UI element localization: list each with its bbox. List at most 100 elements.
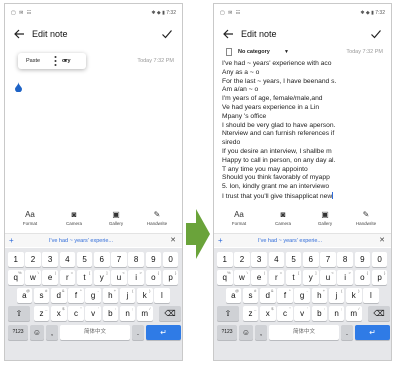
emoji-key[interactable]: ☺ xyxy=(239,325,253,340)
check-icon[interactable] xyxy=(161,28,173,40)
key-number[interactable]: 5 xyxy=(76,252,93,267)
key-letter[interactable]: d & xyxy=(51,288,67,303)
camera-button[interactable]: ◙ Camera xyxy=(268,209,298,231)
key-letter[interactable]: q% xyxy=(217,270,233,285)
key-letter[interactable]: w \ xyxy=(234,270,250,285)
handwrite-button[interactable]: ✎ Handwrite xyxy=(142,209,172,231)
close-icon[interactable]: ✕ xyxy=(379,236,385,244)
backspace-key[interactable]: ⌫ xyxy=(368,306,390,321)
key-letter[interactable]: w \ xyxy=(25,270,41,285)
key-number[interactable]: 0 xyxy=(162,252,179,267)
key-number[interactable]: 3 xyxy=(42,252,58,267)
key-letter[interactable]: a @ xyxy=(16,288,33,303)
enter-key[interactable]: ↵ xyxy=(146,325,181,340)
note-body[interactable]: I've had ~ years' experience with aco Any… xyxy=(222,60,385,202)
chevron-down-icon[interactable]: ▼ xyxy=(284,49,289,55)
camera-button[interactable]: ◙ Camera xyxy=(59,209,89,231)
key-number[interactable]: 6 xyxy=(303,252,319,267)
emoji-key[interactable]: ☺ xyxy=(30,325,44,340)
key-letter[interactable]: y] xyxy=(303,270,319,285)
key-letter[interactable]: p} xyxy=(371,270,388,285)
key-letter[interactable]: z _ xyxy=(33,306,50,321)
space-key[interactable]: 简体中文 xyxy=(60,325,130,340)
paste-menu-item[interactable]: Paste xyxy=(26,58,40,64)
key-letter[interactable]: h + xyxy=(102,288,119,303)
key-number[interactable]: 1 xyxy=(8,252,24,267)
key-letter[interactable]: o{ xyxy=(145,270,162,285)
shift-key[interactable]: ⇧ xyxy=(217,306,239,321)
key-letter[interactable]: g- xyxy=(294,288,310,303)
key-letter[interactable]: c " xyxy=(277,306,293,321)
key-number[interactable]: 5 xyxy=(285,252,302,267)
key-number[interactable]: 6 xyxy=(94,252,110,267)
plus-icon[interactable]: + xyxy=(9,236,14,245)
back-arrow-icon[interactable] xyxy=(13,28,25,40)
plus-icon[interactable]: + xyxy=(218,236,223,245)
key-letter[interactable]: f * xyxy=(68,288,84,303)
key-letter[interactable]: j( xyxy=(328,288,345,303)
key-letter[interactable]: e | xyxy=(251,270,267,285)
key-letter[interactable]: l xyxy=(154,288,170,303)
key-letter[interactable]: h + xyxy=(311,288,328,303)
key-letter[interactable]: m / xyxy=(346,306,362,321)
key-letter[interactable]: z _ xyxy=(242,306,259,321)
comma-key[interactable]: , xyxy=(255,325,267,340)
key-letter[interactable]: l xyxy=(363,288,379,303)
comma-key[interactable]: , xyxy=(46,325,58,340)
key-number[interactable]: 1 xyxy=(217,252,233,267)
key-letter[interactable]: x $ xyxy=(260,306,276,321)
space-key[interactable]: 简体中文 xyxy=(269,325,339,340)
format-button[interactable]: Aa Format xyxy=(224,209,254,231)
key-letter[interactable]: p} xyxy=(162,270,179,285)
key-letter[interactable]: a @ xyxy=(225,288,242,303)
suggestion-text[interactable]: I've had ~ years' experie... xyxy=(258,238,322,244)
key-number[interactable]: 8 xyxy=(128,252,144,267)
key-letter[interactable]: u < xyxy=(320,270,336,285)
key-number[interactable]: 4 xyxy=(268,252,285,267)
category-selector[interactable]: No category xyxy=(238,49,270,55)
chevron-down-icon[interactable]: ▼ xyxy=(63,58,68,64)
key-letter[interactable]: d & xyxy=(260,288,276,303)
key-letter[interactable]: y] xyxy=(94,270,110,285)
period-key[interactable]: . xyxy=(132,325,144,340)
key-letter[interactable]: k) xyxy=(346,288,362,303)
key-letter[interactable]: n; xyxy=(119,306,136,321)
key-letter[interactable]: q% xyxy=(8,270,24,285)
key-letter[interactable]: x $ xyxy=(51,306,67,321)
period-key[interactable]: . xyxy=(341,325,353,340)
key-letter[interactable]: b: xyxy=(102,306,119,321)
key-letter[interactable]: s # xyxy=(242,288,259,303)
key-letter[interactable]: k) xyxy=(137,288,153,303)
key-letter[interactable]: b: xyxy=(311,306,328,321)
key-number[interactable]: 7 xyxy=(320,252,336,267)
key-letter[interactable]: v ' xyxy=(294,306,310,321)
key-number[interactable]: 2 xyxy=(234,252,250,267)
key-letter[interactable]: n; xyxy=(328,306,345,321)
handwrite-button[interactable]: ✎ Handwrite xyxy=(351,209,381,231)
key-letter[interactable]: m / xyxy=(137,306,153,321)
key-number[interactable]: 4 xyxy=(59,252,76,267)
key-letter[interactable]: r = xyxy=(268,270,285,285)
shift-key[interactable]: ⇧ xyxy=(8,306,30,321)
key-letter[interactable]: t[ xyxy=(76,270,93,285)
more-options-icon[interactable] xyxy=(54,55,57,67)
key-number[interactable]: 0 xyxy=(371,252,388,267)
format-button[interactable]: Aa Format xyxy=(15,209,45,231)
gallery-button[interactable]: ▣ Gallery xyxy=(310,209,340,231)
key-number[interactable]: 7 xyxy=(111,252,127,267)
suggestion-text[interactable]: I've had ~ years' experie... xyxy=(49,238,113,244)
key-letter[interactable]: u < xyxy=(111,270,127,285)
key-letter[interactable]: v ' xyxy=(85,306,101,321)
enter-key[interactable]: ↵ xyxy=(355,325,390,340)
key-letter[interactable]: f * xyxy=(277,288,293,303)
key-number[interactable]: 9 xyxy=(354,252,371,267)
text-cursor-handle-icon[interactable] xyxy=(15,82,22,92)
symbols-key[interactable]: ?123 xyxy=(8,325,28,340)
close-icon[interactable]: ✕ xyxy=(170,236,176,244)
key-number[interactable]: 8 xyxy=(337,252,353,267)
key-letter[interactable]: g- xyxy=(85,288,101,303)
key-letter[interactable]: r = xyxy=(59,270,76,285)
key-letter[interactable]: t[ xyxy=(285,270,302,285)
key-number[interactable]: 2 xyxy=(25,252,41,267)
key-letter[interactable]: c " xyxy=(68,306,84,321)
